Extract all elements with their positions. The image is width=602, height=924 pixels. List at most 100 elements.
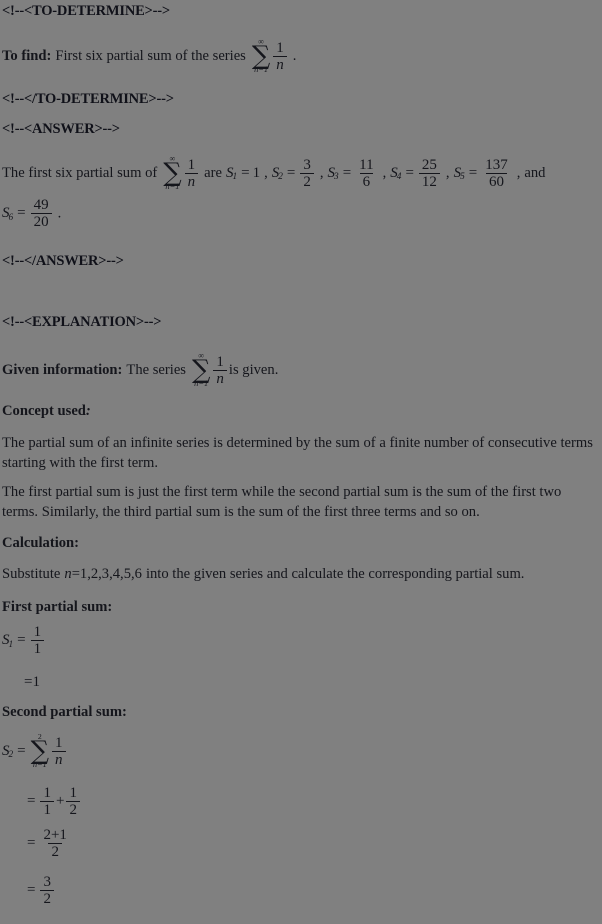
term-fraction: 2+1 2: [40, 827, 69, 860]
comment-text: <!--</ANSWER>-->: [2, 253, 124, 269]
concept-paragraph-2: The first partial sum is just the first …: [2, 484, 562, 520]
comment-answer-close: <!--</ANSWER>-->: [2, 252, 596, 270]
given-information-series: ∞ ∑ n=1 1 n: [190, 352, 229, 388]
term-index: 1: [8, 639, 14, 650]
fraction-numerator: 11: [359, 156, 374, 173]
term-equals: =: [17, 205, 26, 222]
answer-line-1: The first six partial sum of ∞ ∑ n=1 1 n…: [2, 155, 596, 191]
term-fraction-first: 1 1: [40, 785, 54, 818]
equation-s1-result: = 1: [24, 674, 40, 691]
term-equals: =: [241, 164, 250, 181]
summation-symbol: 2 ∑ n=1: [31, 733, 49, 769]
answer-term-s6: S6 = 49 20: [2, 197, 54, 230]
result-equals: =: [24, 673, 33, 690]
term-fraction-second: 1 2: [66, 785, 80, 818]
answer-separator: ,: [264, 164, 268, 181]
fraction-denominator: n: [184, 172, 199, 190]
sigma-glyph: ∑: [163, 157, 182, 188]
fraction-numerator: 1: [276, 39, 284, 56]
given-information-text-after: is given.: [228, 361, 279, 378]
term-index: 4: [396, 172, 402, 183]
term-index: 5: [460, 172, 465, 183]
equation-s2-combined: = 2+1 2: [24, 827, 72, 860]
concept-used-heading: Concept used:: [2, 402, 596, 420]
fraction-numerator: 3: [303, 156, 311, 173]
comment-to-determine-close: <!--</TO-DETERMINE>-->: [2, 90, 596, 108]
to-find-series: ∞ ∑ n=1 1 n: [250, 38, 289, 74]
term-fraction: 11 6: [356, 157, 376, 190]
concept-used-colon: :: [85, 403, 91, 419]
fraction-denominator: 2: [48, 843, 62, 860]
term-fraction: 25 12: [418, 156, 440, 190]
concept-paragraph-1: The partial sum of an infinite series is…: [2, 435, 593, 471]
fraction-numerator: 1: [33, 624, 42, 640]
term-equals: =: [27, 793, 36, 810]
answer-series: ∞ ∑ n=1 1 n: [161, 155, 200, 191]
summation-symbol: ∞ ∑ n=1: [163, 155, 181, 191]
answer-term-s3: S3 = 11 6: [328, 157, 379, 190]
term-equals: =: [468, 164, 478, 181]
term-equals: =: [27, 882, 36, 899]
concept-used-label: Concept used: [2, 403, 86, 419]
answer-term-s5: S5 = 137 60: [454, 157, 513, 190]
equation-s2: S2 = 2 ∑ n=1 1 n: [2, 733, 68, 769]
first-partial-sum-label: First partial sum:: [2, 599, 113, 615]
fraction-numerator: 3: [43, 874, 51, 890]
fraction-numerator: 1: [216, 353, 224, 370]
instruction-text-after: into the given series and calculate the …: [145, 566, 525, 582]
term-fraction: 1 1: [30, 624, 45, 657]
second-partial-sum-heading: Second partial sum:: [2, 703, 596, 721]
term-value: 1: [252, 164, 261, 181]
term-index: 1: [232, 172, 238, 183]
series-fraction: 1 n: [213, 354, 227, 387]
answer-separator: ,: [319, 164, 324, 181]
answer-term-s1: S1 = 1: [226, 164, 261, 183]
term-index: 6: [8, 212, 14, 223]
fraction-numerator: 25: [421, 156, 437, 173]
first-partial-sum-heading: First partial sum:: [2, 598, 596, 616]
fraction-numerator: 1: [187, 156, 196, 173]
plus-operator: +: [55, 793, 65, 810]
calculation-label: Calculation:: [2, 535, 80, 551]
document-page: <!--<TO-DETERMINE>--> To find: First six…: [0, 0, 602, 924]
fraction-denominator: 60: [485, 172, 507, 190]
comment-text: <!--</TO-DETERMINE>-->: [2, 91, 174, 107]
answer-separator: ,: [516, 164, 521, 181]
fraction-denominator: 2: [66, 801, 80, 818]
fraction-denominator: 2: [300, 172, 314, 190]
series-fraction: 1 n: [273, 40, 287, 73]
to-find-period: .: [292, 47, 297, 64]
answer-period: .: [57, 205, 62, 222]
fraction-denominator: 20: [30, 213, 52, 230]
term-equals: =: [286, 164, 296, 181]
term-fraction: 3 2: [300, 157, 314, 190]
series-fraction: 1 n: [184, 156, 199, 190]
fraction-denominator: 1: [30, 640, 45, 657]
answer-separator: ,: [445, 164, 450, 181]
calculation-instruction: Substitute n=1,2,3,4,5,6 into the given …: [2, 564, 596, 584]
fraction-denominator: n: [213, 369, 227, 387]
second-partial-sum-equation-line-2: = 1 1 + 1 2: [2, 785, 596, 818]
fraction-numerator: 49: [33, 197, 49, 213]
fraction-numerator: 1: [43, 785, 51, 801]
result-value: 1: [32, 673, 40, 690]
calculation-heading: Calculation:: [2, 534, 596, 552]
summation-symbol: ∞ ∑ n=1: [252, 38, 270, 74]
term-equals: =: [17, 632, 26, 649]
fraction-denominator: 6: [359, 172, 374, 190]
summation-symbol: ∞ ∑ n=1: [192, 352, 210, 388]
sigma-glyph: ∑: [30, 735, 50, 766]
comment-text: <!--<TO-DETERMINE>-->: [2, 3, 170, 19]
answer-term-s2: S2 = 3 2: [272, 157, 316, 190]
instruction-text-before: Substitute: [2, 566, 61, 582]
fraction-numerator: 2+1: [43, 827, 67, 843]
term-index: 2: [278, 172, 283, 183]
second-partial-sum-equation-line-1: S2 = 2 ∑ n=1 1 n: [2, 733, 596, 769]
comment-explanation-open: <!--<EXPLANATION>-->: [2, 313, 596, 331]
instruction-values: =1,2,3,4,5,6: [71, 566, 142, 582]
to-find-line: To find: First six partial sum of the se…: [2, 38, 596, 74]
sigma-glyph: ∑: [251, 40, 271, 71]
second-partial-sum-equation-line-3: = 2+1 2: [2, 827, 596, 860]
term-fraction: 137 60: [482, 157, 511, 190]
summation-lower-limit: n=1: [165, 181, 180, 191]
